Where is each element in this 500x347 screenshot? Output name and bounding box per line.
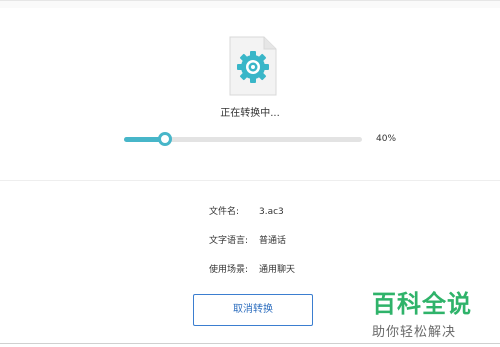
watermark-subtitle: 助你轻松解决 (372, 325, 457, 340)
info-value: 3.ac3 (259, 207, 284, 217)
info-row-language: 文字语言: 普通话 (209, 233, 286, 246)
watermark: 百科全说 助你轻松解决 (372, 284, 492, 340)
progress-percent: 40% (376, 134, 397, 144)
bottom-border (0, 343, 500, 344)
cancel-conversion-button[interactable]: 取消转换 (193, 294, 313, 326)
info-label: 文件名: (209, 207, 240, 217)
section-divider (0, 180, 500, 181)
info-label: 使用场景: (209, 265, 249, 275)
progress-knob (158, 132, 172, 146)
progress-fill (124, 137, 162, 142)
info-label: 文字语言: (209, 236, 249, 246)
info-value: 普通话 (259, 236, 287, 246)
progress-bar (124, 132, 362, 146)
file-gear-icon (229, 36, 277, 96)
top-border (0, 0, 500, 8)
info-row-scenario: 使用场景: 通用聊天 (209, 262, 295, 275)
conversion-status: 正在转换中... (220, 108, 280, 119)
info-value: 通用聊天 (259, 265, 296, 275)
watermark-title: 百科全说 (372, 290, 472, 318)
info-row-filename: 文件名: 3.ac3 (209, 204, 284, 217)
